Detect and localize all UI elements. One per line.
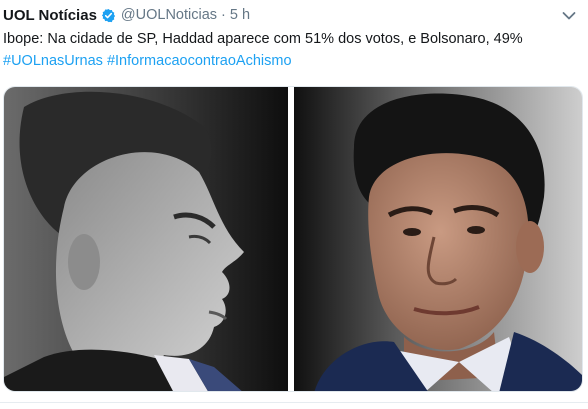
chevron-down-icon[interactable] — [562, 8, 576, 20]
hashtag-line: #UOLnasUrnas #InformacaocontraoAchismo — [3, 51, 292, 72]
tweet-header: UOL Notícias @UOLNoticias · 5 h — [3, 5, 250, 25]
hashtag-link[interactable]: #InformacaocontraoAchismo — [107, 53, 292, 69]
tweet-text: Ibope: Na cidade de SP, Haddad aparece c… — [3, 31, 523, 47]
right-portrait-photo[interactable] — [294, 87, 582, 391]
display-name[interactable]: UOL Notícias — [3, 7, 97, 24]
timestamp[interactable]: 5 h — [230, 7, 250, 23]
separator-dot: · — [221, 7, 226, 23]
verified-badge-icon — [101, 8, 116, 23]
hashtag-link[interactable]: #UOLnasUrnas — [3, 53, 103, 69]
divider — [0, 402, 588, 403]
left-portrait-photo[interactable] — [4, 87, 288, 391]
tweet-media[interactable] — [3, 86, 583, 392]
user-handle[interactable]: @UOLNoticias — [121, 7, 217, 23]
